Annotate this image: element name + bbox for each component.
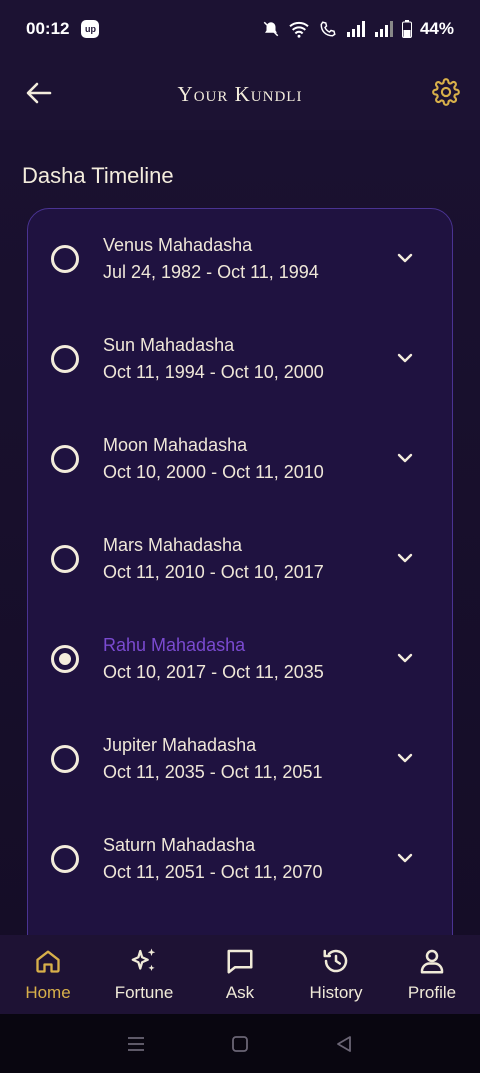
radio-button[interactable]: [51, 545, 79, 573]
dasha-item-mars[interactable]: Mars Mahadasha Oct 11, 2010 - Oct 10, 20…: [28, 509, 454, 609]
radio-button[interactable]: [51, 345, 79, 373]
back-button[interactable]: [24, 78, 54, 108]
home-system-button[interactable]: [228, 1032, 252, 1056]
dasha-dates: Oct 10, 2000 - Oct 11, 2010: [103, 462, 324, 482]
wifi-call-icon: [320, 21, 336, 37]
radio-button[interactable]: [51, 745, 79, 773]
arrow-left-icon: [26, 82, 52, 104]
dasha-name: Moon Mahadasha: [103, 435, 248, 455]
dasha-item-venus[interactable]: Venus Mahadasha Jul 24, 1982 - Oct 11, 1…: [28, 209, 454, 309]
chevron-down-icon[interactable]: [396, 549, 414, 567]
signal-icon: [346, 21, 365, 37]
nav-item-ask[interactable]: Ask: [192, 935, 288, 1014]
dasha-dates: Oct 11, 2010 - Oct 10, 2017: [103, 562, 324, 582]
nav-label-fortune: Fortune: [114, 983, 174, 1002]
mute-icon: [263, 21, 279, 37]
dasha-dates: Jul 24, 1982 - Oct 11, 1994: [103, 262, 319, 282]
chevron-down-icon[interactable]: [396, 649, 414, 667]
sparkles-icon: [128, 945, 160, 977]
chevron-down-icon[interactable]: [396, 449, 414, 467]
radio-button-selected[interactable]: [51, 645, 79, 673]
status-time: 00:12: [26, 19, 70, 38]
dasha-name: Jupiter Mahadasha: [103, 735, 257, 755]
status-bar: 00:12 up 44%: [0, 0, 480, 58]
dasha-dates: Oct 11, 2051 - Oct 11, 2070: [103, 862, 323, 882]
square-icon: [232, 1035, 248, 1052]
dasha-name: Saturn Mahadasha: [103, 835, 256, 855]
recents-button[interactable]: [124, 1032, 148, 1056]
dasha-item-saturn[interactable]: Saturn Mahadasha Oct 11, 2051 - Oct 11, …: [28, 809, 454, 909]
dasha-dates: Oct 11, 2035 - Oct 11, 2051: [103, 762, 323, 782]
nav-label-ask: Ask: [225, 983, 255, 1002]
status-left: 00:12 up: [26, 19, 100, 39]
dasha-item-jupiter[interactable]: Jupiter Mahadasha Oct 11, 2035 - Oct 11,…: [28, 709, 454, 809]
dasha-dates: Oct 11, 1994 - Oct 10, 2000: [103, 362, 324, 382]
nav-item-history[interactable]: History: [288, 935, 384, 1014]
chevron-down-icon[interactable]: [396, 349, 414, 367]
app-bar: Your Kundli: [0, 58, 480, 130]
chevron-down-icon[interactable]: [396, 849, 414, 867]
radio-button[interactable]: [51, 245, 79, 273]
nav-label-history: History: [309, 983, 363, 1002]
back-system-button[interactable]: [332, 1032, 356, 1056]
dasha-dates: Oct 10, 2017 - Oct 11, 2035: [103, 662, 324, 682]
dasha-name: Mars Mahadasha: [103, 535, 243, 555]
dasha-item-moon[interactable]: Moon Mahadasha Oct 10, 2000 - Oct 11, 20…: [28, 409, 454, 509]
settings-button[interactable]: [430, 76, 462, 108]
radio-button[interactable]: [51, 445, 79, 473]
battery-percent: 44%: [419, 19, 454, 38]
main-content: Dasha Timeline Venus Mahadasha Jul 24, 1…: [0, 130, 480, 935]
nav-label-home: Home: [25, 983, 71, 1002]
dasha-name: Sun Mahadasha: [103, 335, 235, 355]
radio-button[interactable]: [51, 845, 79, 873]
triangle-back-icon: [337, 1035, 351, 1052]
section-title: Dasha Timeline: [22, 163, 174, 188]
dasha-name: Rahu Mahadasha: [103, 635, 246, 655]
signal-2-icon: [374, 21, 393, 37]
menu-icon: [128, 1036, 144, 1051]
chat-icon: [224, 945, 256, 977]
dasha-name: Venus Mahadasha: [103, 235, 253, 255]
nav-item-fortune[interactable]: Fortune: [96, 935, 192, 1014]
bottom-nav: Home Fortune Ask History Profile: [0, 935, 480, 1014]
nav-item-home[interactable]: Home: [0, 935, 96, 1014]
nav-item-profile[interactable]: Profile: [384, 935, 480, 1014]
status-right: 44%: [262, 19, 454, 39]
dasha-item-rahu[interactable]: Rahu Mahadasha Oct 10, 2017 - Oct 11, 20…: [28, 609, 454, 709]
system-nav-bar: [0, 1014, 480, 1073]
history-icon: [320, 945, 352, 977]
chevron-down-icon[interactable]: [396, 749, 414, 767]
gear-icon: [432, 78, 460, 106]
dasha-item-sun[interactable]: Sun Mahadasha Oct 11, 1994 - Oct 10, 200…: [28, 309, 454, 409]
chevron-down-icon[interactable]: [396, 249, 414, 267]
home-icon: [32, 945, 64, 977]
page-title: Your Kundli: [177, 81, 303, 106]
person-icon: [416, 945, 448, 977]
dasha-timeline-card: Venus Mahadasha Jul 24, 1982 - Oct 11, 1…: [27, 208, 453, 935]
battery-icon: [401, 20, 412, 38]
wifi-icon: [289, 21, 309, 38]
app-badge-icon: up: [81, 20, 100, 38]
nav-label-profile: Profile: [407, 983, 457, 1002]
